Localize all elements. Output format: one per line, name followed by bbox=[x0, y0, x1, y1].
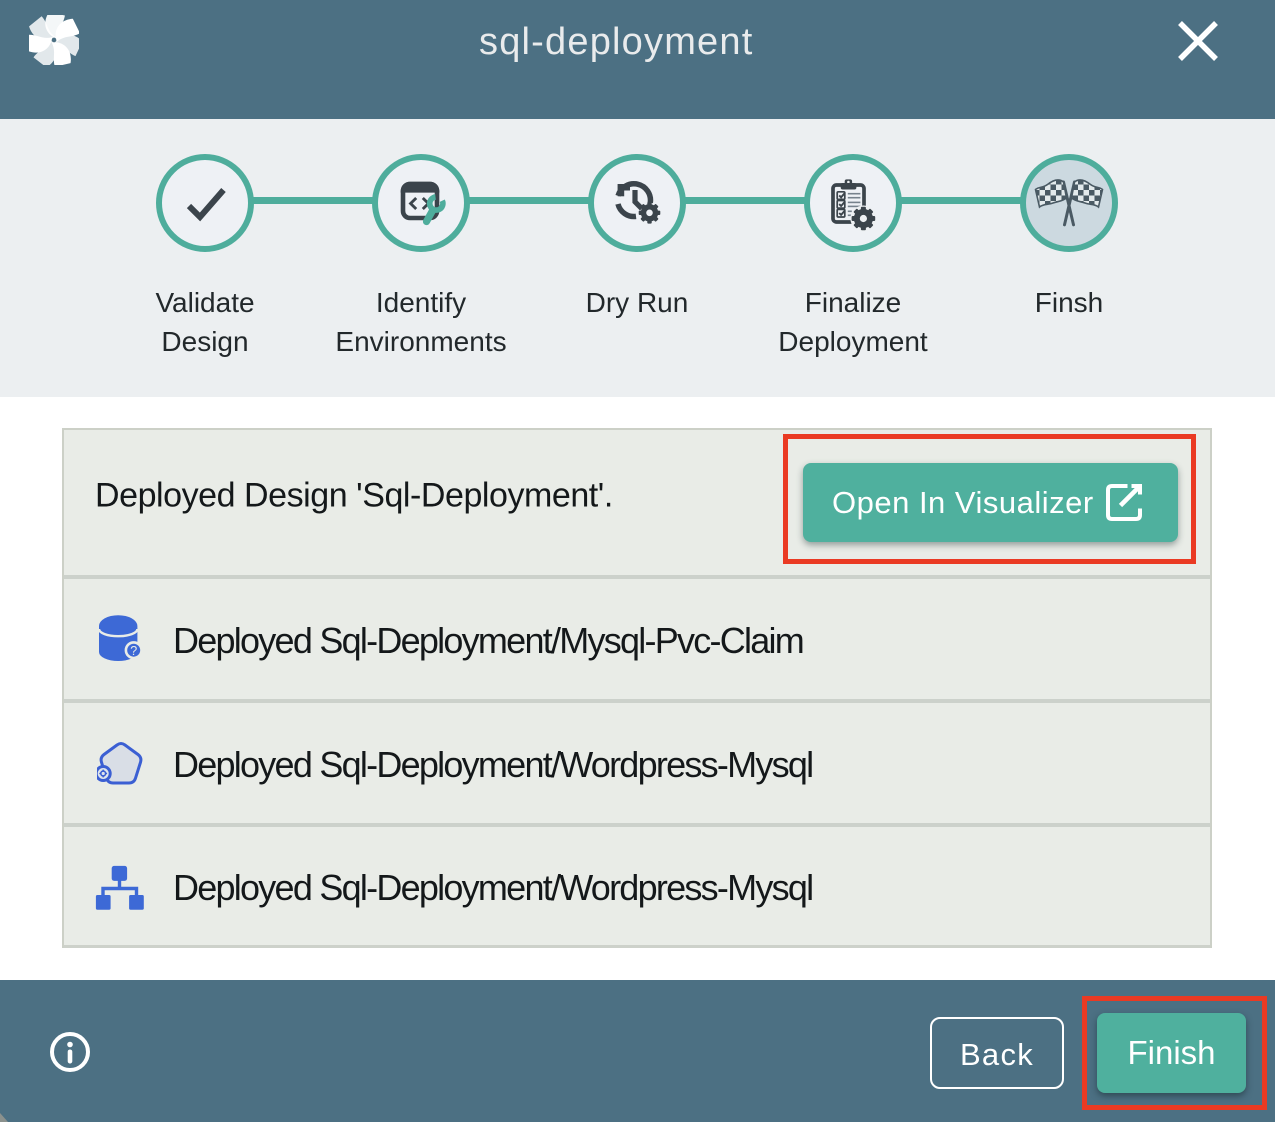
svg-text:?: ? bbox=[130, 644, 137, 658]
